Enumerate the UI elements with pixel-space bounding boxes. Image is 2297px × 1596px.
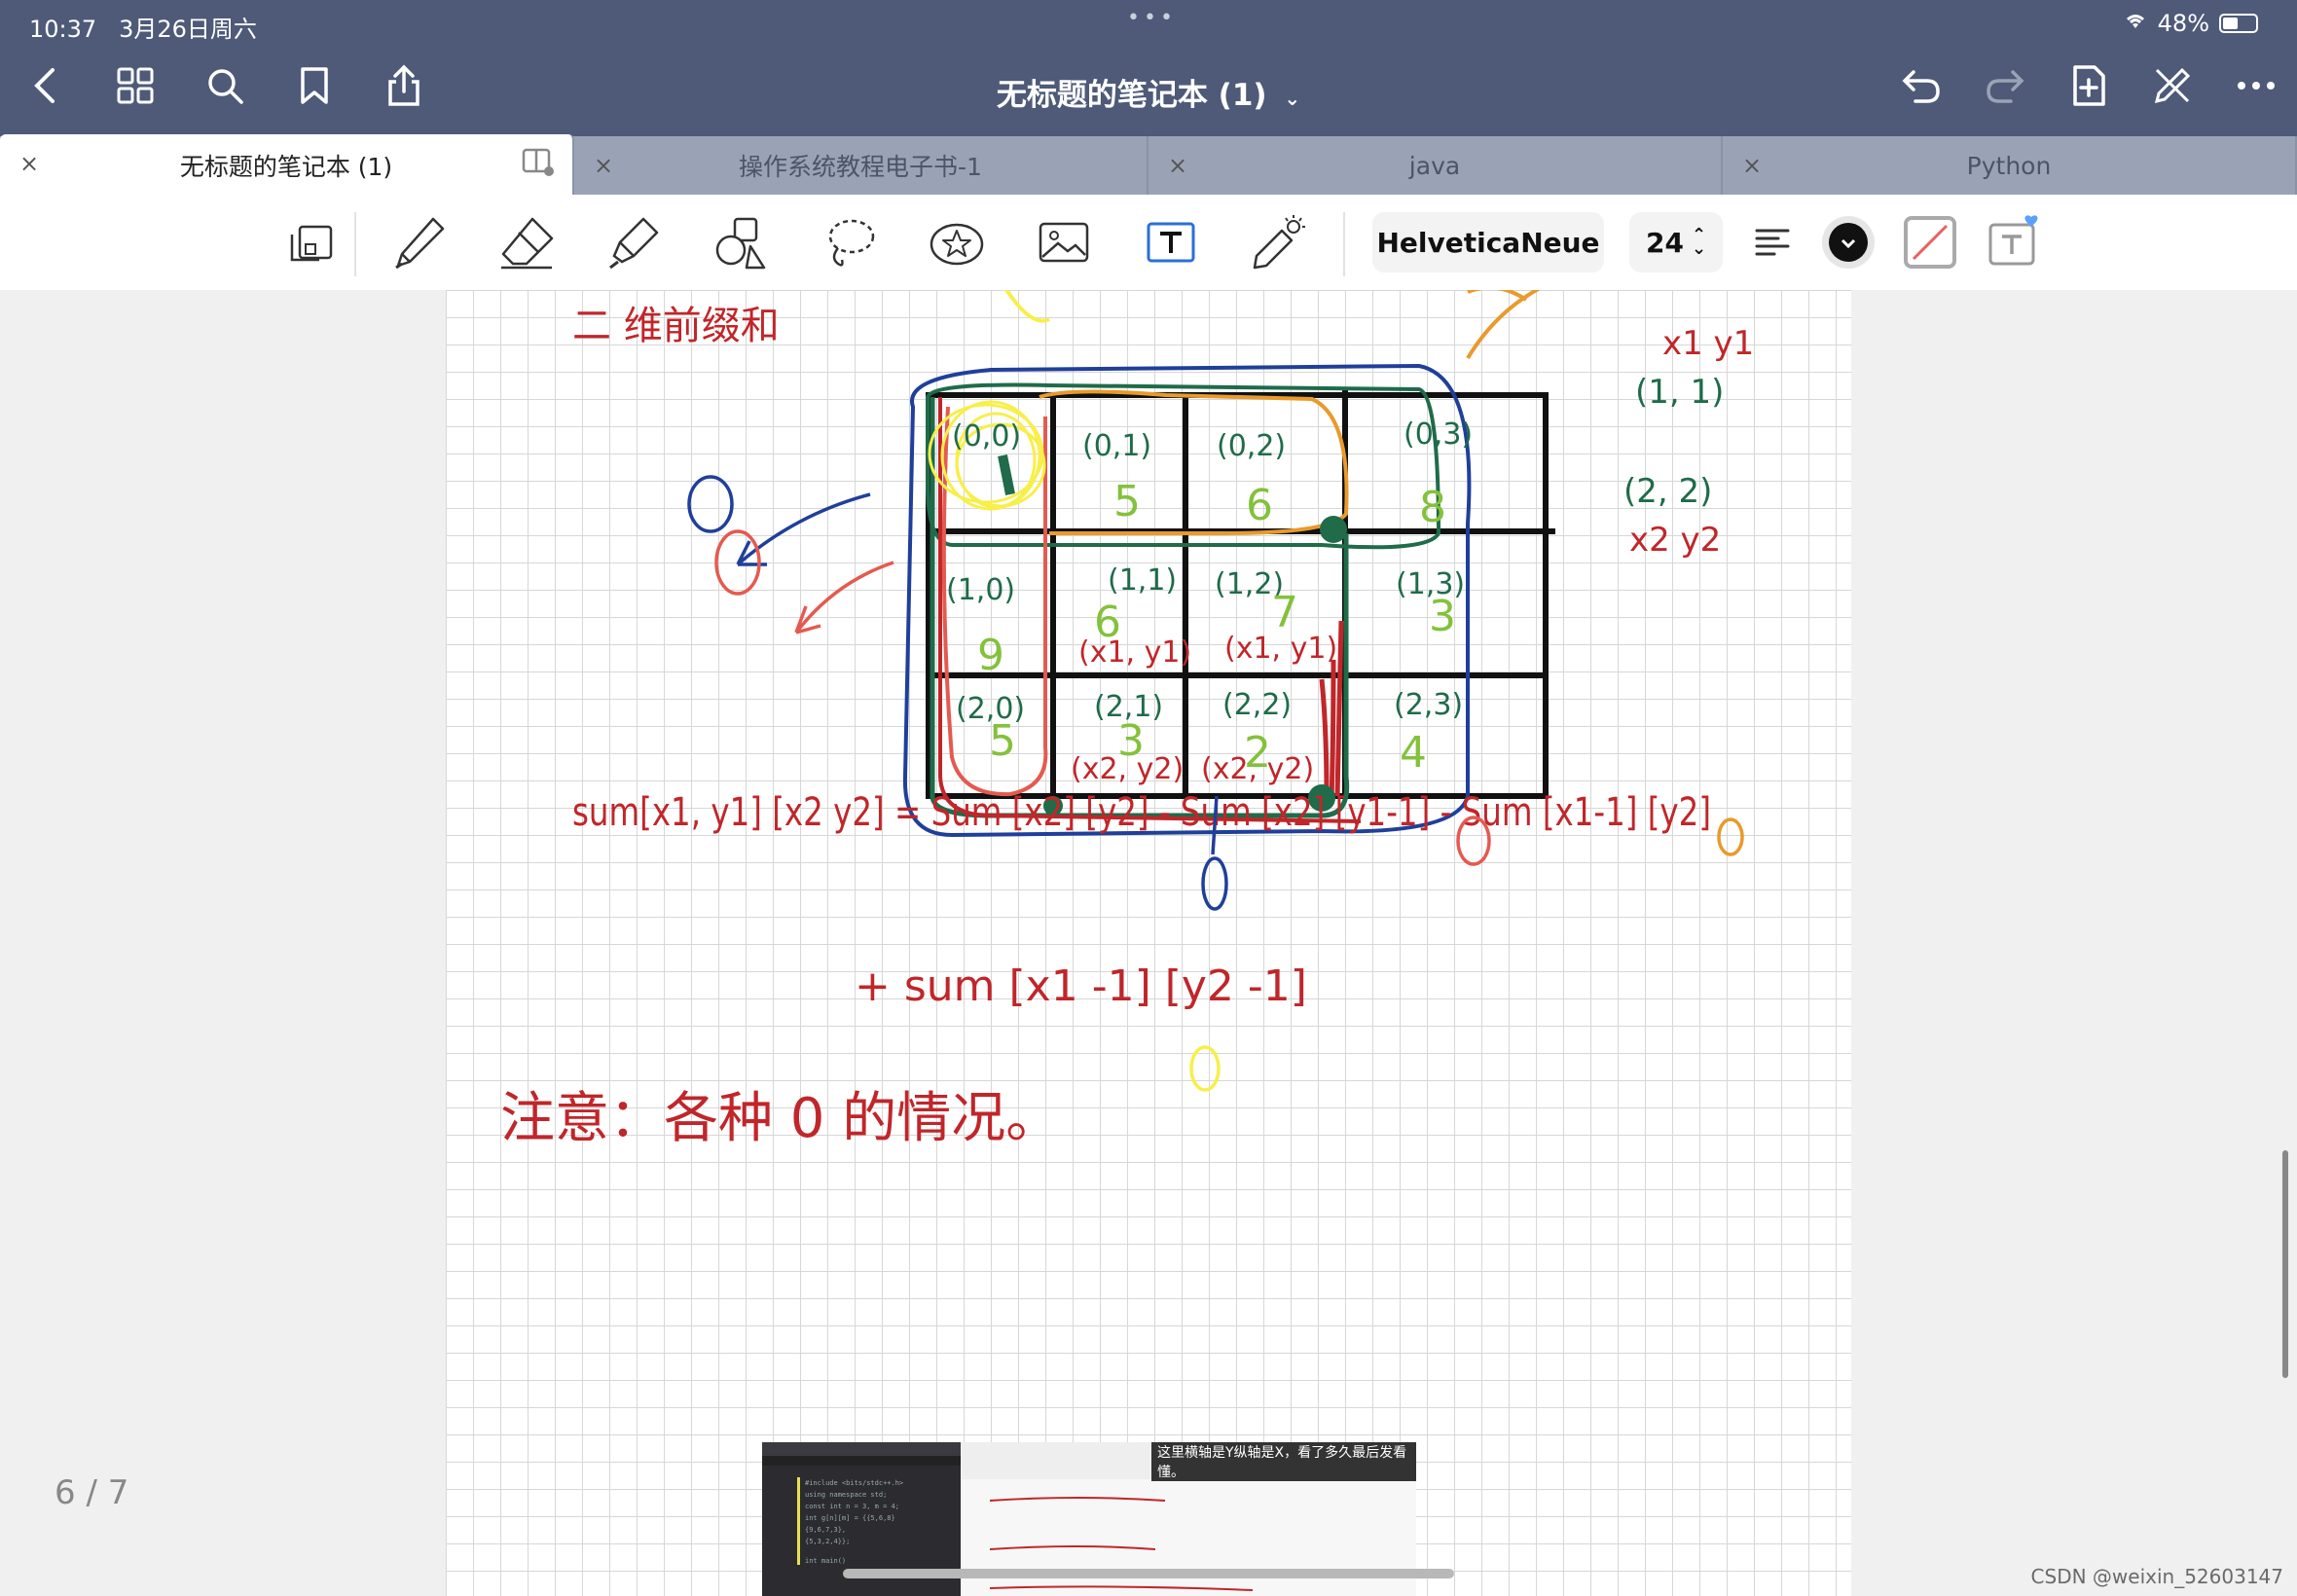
close-icon[interactable]: × — [594, 152, 613, 179]
pencil-off-icon[interactable] — [2151, 64, 2194, 107]
more-icon[interactable] — [2235, 64, 2278, 107]
date: 3月26日周六 — [119, 16, 257, 43]
document-title-text: 无标题的笔记本 (1) — [996, 78, 1267, 113]
close-icon[interactable]: × — [1742, 152, 1762, 179]
notebook-page[interactable]: 二 维前缀和 (0,0) (0,1) (0,2) (0,3) (1,0) (1,… — [446, 290, 1851, 1596]
tab-label: java — [1408, 151, 1461, 180]
battery-icon — [2219, 14, 2258, 33]
heading-text: 二 维前缀和 — [572, 304, 780, 348]
clock: 10:37 — [29, 16, 97, 43]
cell-value-0-1: 5 — [1113, 477, 1141, 526]
cell-label-1-0: (1,0) — [946, 573, 1015, 607]
cell-value-0-3: 8 — [1419, 483, 1446, 532]
side-note: x1 y1 — [1662, 324, 1754, 363]
svg-text:#include <bits/stdc++.h>: #include <bits/stdc++.h> — [805, 1479, 903, 1487]
highlighter-icon[interactable] — [603, 212, 664, 272]
svg-text:{9,6,7,3},: {9,6,7,3}, — [805, 1526, 846, 1534]
svg-text:const int n = 3, m = 4;: const int n = 3, m = 4; — [805, 1503, 899, 1510]
watermark: CSDN @weixin_52603147 — [2030, 1565, 2283, 1588]
cell-value-0-2: 6 — [1246, 481, 1273, 530]
vertical-scrollbar[interactable] — [2282, 1150, 2288, 1378]
cell-value-1-2: 7 — [1271, 588, 1298, 637]
image-icon[interactable] — [1034, 212, 1094, 272]
lasso-icon[interactable] — [820, 212, 880, 272]
handwriting-layer: 二 维前缀和 (0,0) (0,1) (0,2) (0,3) (1,0) (1,… — [500, 290, 1754, 1150]
toolbar-divider — [354, 212, 356, 276]
cell-label-0-2: (0,2) — [1217, 429, 1286, 463]
canvas-gutter-left — [0, 290, 446, 1596]
cell-label-2-3: (2,3) — [1394, 688, 1463, 722]
svg-text:int main(): int main() — [805, 1557, 846, 1565]
top-bar: 10:37 3月26日周六 ••• 48% 无标题的笔记本 (1) ⌄ — [0, 0, 2297, 136]
svg-text:{5,3,2,4}};: {5,3,2,4}}; — [805, 1538, 850, 1545]
home-indicator[interactable] — [843, 1569, 1454, 1578]
text-color-swatch[interactable] — [1818, 212, 1878, 272]
canvas-gutter-right — [1851, 290, 2297, 1596]
wifi-icon — [2123, 11, 2148, 36]
cell-label-2-2: (2,2) — [1222, 688, 1292, 722]
cell-label-0-1: (0,1) — [1082, 429, 1151, 463]
font-family-selector[interactable]: HelveticaNeue — [1372, 212, 1604, 272]
close-icon[interactable]: × — [19, 150, 39, 177]
text-style-favorite-icon[interactable] — [1984, 212, 2044, 272]
formula-line-1: sum[x1, y1] [x2 y2] = Sum [x2] [y2] - Su… — [572, 790, 1711, 835]
close-icon[interactable]: × — [1168, 152, 1187, 179]
titlebar-right-actions — [1900, 64, 2278, 107]
drawing-toolbar: HelveticaNeue 24 ⌃ ⌄ — [0, 195, 2297, 291]
eraser-icon[interactable] — [496, 212, 557, 272]
undo-icon[interactable] — [1900, 64, 1943, 107]
status-indicators: 48% — [2123, 10, 2258, 37]
sticker-icon[interactable] — [927, 212, 987, 272]
chevron-down-icon: ⌄ — [1277, 87, 1301, 110]
add-page-icon[interactable] — [2067, 64, 2110, 107]
page-layout-icon[interactable] — [282, 212, 343, 272]
font-size-selector[interactable]: 24 ⌃ ⌄ — [1629, 212, 1723, 272]
redo-icon[interactable] — [1984, 64, 2026, 107]
tab-label: 操作系统教程电子书-1 — [739, 153, 982, 181]
corner-label: (x1, y1) — [1224, 632, 1337, 666]
cell-label-0-0: (0,0) — [952, 419, 1021, 453]
cell-value-2-3: 4 — [1400, 728, 1427, 778]
tab-notebook[interactable]: × 无标题的笔记本 (1) — [0, 134, 574, 197]
shapes-icon[interactable] — [711, 212, 771, 272]
side-note: (1, 1) — [1635, 373, 1724, 412]
fill-none-swatch[interactable] — [1900, 212, 1960, 272]
tab-bar: × 无标题的笔记本 (1) × 操作系统教程电子书-1 × java × Pyt… — [0, 134, 2297, 197]
stepper-icon: ⌃ ⌄ — [1691, 225, 1707, 259]
cell-value-2-0: 5 — [989, 716, 1016, 766]
cell-label-0-3: (0,3) — [1404, 417, 1473, 452]
note-text: 注意：各种 0 的情况。 — [500, 1087, 1060, 1150]
page-counter: 6 / 7 — [55, 1473, 129, 1512]
tab-label: 无标题的笔记本 (1) — [179, 153, 393, 181]
laser-pointer-icon[interactable] — [1248, 212, 1308, 272]
cell-label-1-1: (1,1) — [1108, 563, 1177, 598]
multitasking-dots[interactable]: ••• — [1127, 6, 1177, 30]
thumb-caption: 这里横轴是Y纵轴是X，看了多久最后发看懂。 — [1151, 1442, 1416, 1481]
svg-text:using namespace std;: using namespace std; — [805, 1491, 887, 1499]
status-time: 10:37 3月26日周六 — [29, 10, 257, 44]
toolbar-divider — [1343, 212, 1345, 276]
align-left-icon[interactable] — [1742, 212, 1803, 272]
corner-label: (x2, y2) — [1071, 752, 1184, 786]
side-note: (2, 2) — [1623, 472, 1712, 511]
side-note: x2 y2 — [1629, 521, 1721, 560]
font-size-label: 24 — [1645, 226, 1684, 259]
tab-java[interactable]: × java — [1148, 136, 1723, 195]
svg-text:int g[n][m] = {{5,6,8}: int g[n][m] = {{5,6,8} — [805, 1514, 895, 1522]
pen-icon[interactable] — [389, 212, 450, 272]
text-icon[interactable] — [1141, 212, 1201, 272]
cell-value-1-3: 3 — [1429, 592, 1456, 641]
corner-label: (x1, y1) — [1078, 635, 1191, 670]
battery-percent: 48% — [2157, 10, 2209, 37]
split-view-icon[interactable] — [522, 148, 555, 183]
battery-fill — [2223, 18, 2238, 29]
tab-label: Python — [1966, 151, 2052, 180]
cell-value-1-0: 9 — [977, 631, 1004, 680]
corner-label: (x2, y2) — [1201, 752, 1314, 786]
font-family-label: HelveticaNeue — [1376, 226, 1600, 259]
tab-os-ebook[interactable]: × 操作系统教程电子书-1 — [574, 136, 1148, 195]
tab-python[interactable]: × Python — [1723, 136, 2297, 195]
formula-line-2: + sum [x1 -1] [y2 -1] — [855, 961, 1307, 1011]
